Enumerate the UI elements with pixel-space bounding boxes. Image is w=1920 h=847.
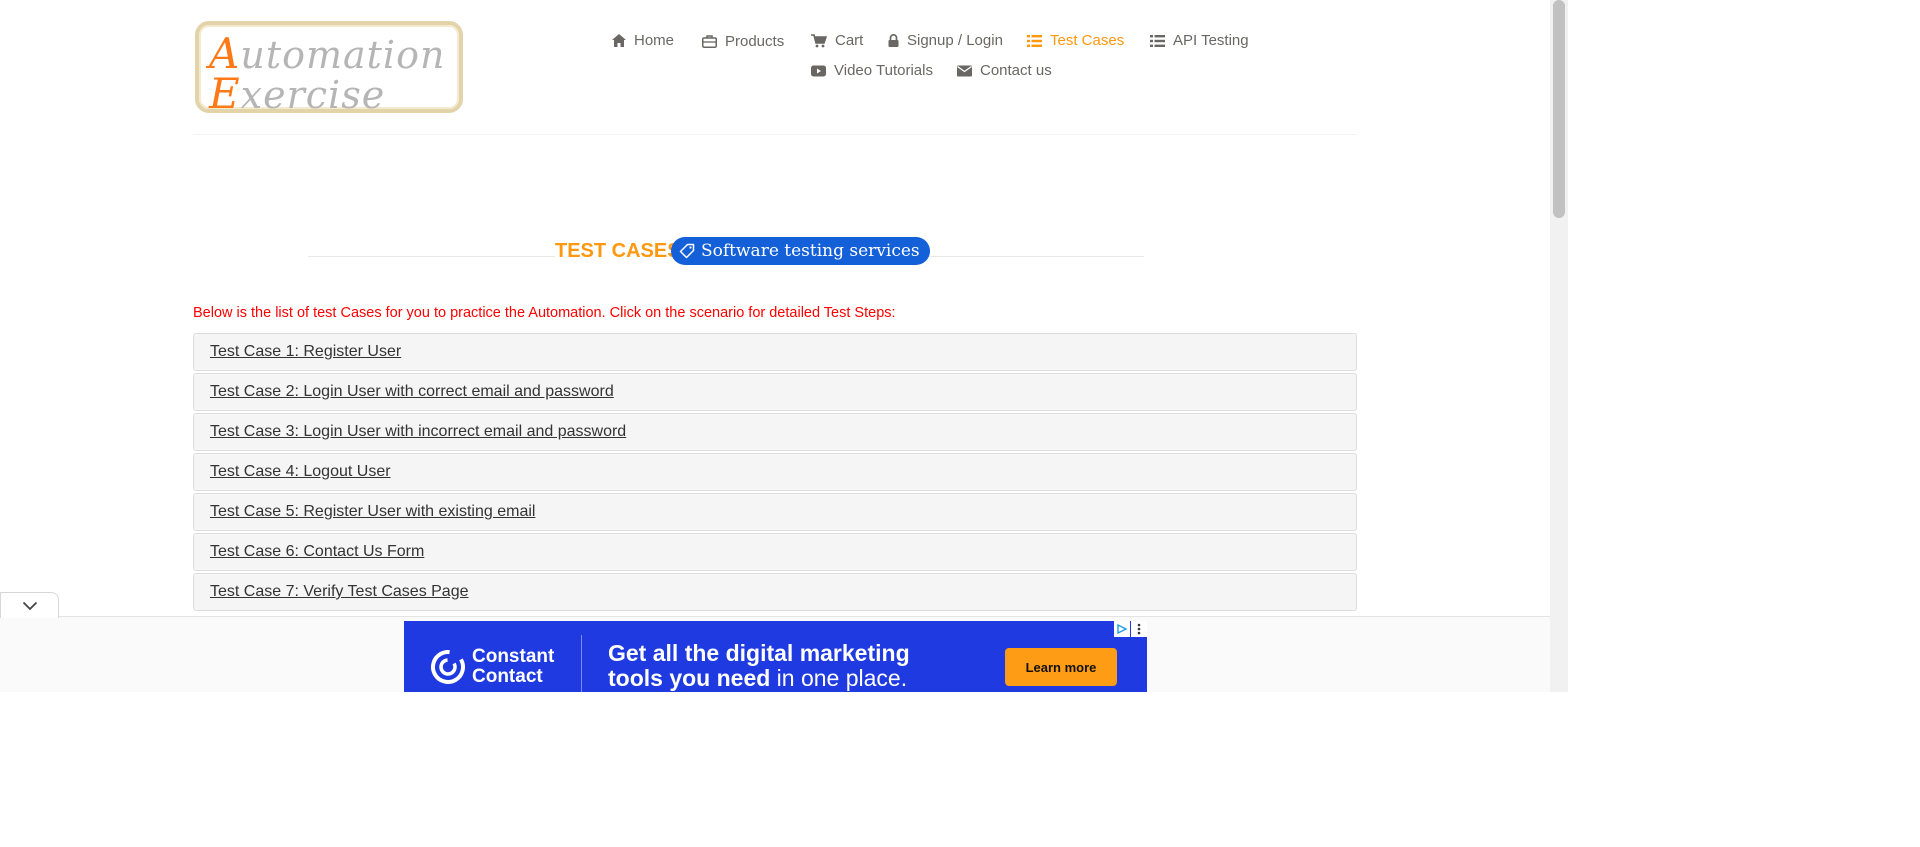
nav-api-testing-label: API Testing: [1173, 32, 1249, 49]
nav-video-tutorials-label: Video Tutorials: [834, 62, 933, 79]
ad-headline: Get all the digital marketing tools you …: [608, 641, 910, 691]
software-testing-badge[interactable]: Software testing services: [671, 237, 930, 265]
nav-cart-label: Cart: [835, 32, 864, 49]
vertical-scrollbar[interactable]: [1550, 0, 1568, 692]
list-icon: [1150, 34, 1165, 47]
test-case-link[interactable]: Test Case 3: Login User with incorrect e…: [210, 423, 626, 441]
page: Automation Exercise Home Products Cart S…: [0, 0, 1568, 692]
advertisement-banner[interactable]: Constant Contact Get all the digital mar…: [404, 621, 1147, 692]
test-case-panel: Test Case 6: Contact Us Form: [193, 533, 1357, 571]
envelope-icon: [957, 65, 972, 76]
list-icon: [1027, 34, 1042, 47]
header-divider: [193, 134, 1357, 135]
adchoices-icon[interactable]: [1114, 621, 1130, 637]
nav-cart[interactable]: Cart: [811, 32, 863, 49]
intro-text: Below is the list of test Cases for you …: [193, 305, 896, 321]
page-title: TEST CASES: [555, 240, 683, 262]
nav-signup-login[interactable]: Signup / Login: [888, 32, 1003, 49]
test-case-link[interactable]: Test Case 7: Verify Test Cases Page: [210, 583, 469, 601]
test-case-link[interactable]: Test Case 2: Login User with correct ema…: [210, 383, 614, 401]
ad-brand-line-1: Constant: [472, 646, 555, 667]
test-case-link[interactable]: Test Case 4: Logout User: [210, 463, 391, 481]
nav-video-tutorials[interactable]: Video Tutorials: [811, 62, 933, 79]
ad-brand-line-2: Contact: [472, 666, 543, 687]
test-case-panel: Test Case 3: Login User with incorrect e…: [193, 413, 1357, 451]
badge-label: Software testing services: [701, 241, 920, 261]
nav-contact-us[interactable]: Contact us: [957, 62, 1052, 79]
ad-divider: [581, 635, 582, 692]
constant-contact-logo-icon: [431, 650, 465, 684]
lock-icon: [888, 34, 899, 47]
test-case-panel: Test Case 4: Logout User: [193, 453, 1357, 491]
test-case-panel: Test Case 1: Register User: [193, 333, 1357, 371]
nav-test-cases[interactable]: Test Cases: [1027, 32, 1124, 49]
nav-products[interactable]: Products: [702, 33, 784, 50]
nav-contact-us-label: Contact us: [980, 62, 1052, 79]
test-case-list: Test Case 1: Register User Test Case 2: …: [193, 333, 1357, 613]
ad-headline-line-2: tools you need in one place.: [608, 665, 908, 691]
youtube-icon: [811, 65, 826, 76]
nav-home-label: Home: [634, 32, 675, 49]
nav-test-cases-label: Test Cases: [1050, 32, 1125, 49]
test-case-panel: Test Case 2: Login User with correct ema…: [193, 373, 1357, 411]
cart-icon: [811, 33, 827, 47]
nav-products-label: Products: [725, 33, 785, 50]
site-logo[interactable]: Automation Exercise: [195, 21, 463, 118]
tag-icon: [679, 243, 695, 259]
logo-line-1: Automation: [209, 29, 446, 78]
test-case-link[interactable]: Test Case 5: Register User with existing…: [210, 503, 535, 521]
test-case-link[interactable]: Test Case 6: Contact Us Form: [210, 543, 424, 561]
logo-line-2: Exercise: [209, 69, 386, 118]
more-vertical-icon[interactable]: [1131, 621, 1147, 637]
test-case-link[interactable]: Test Case 1: Register User: [210, 343, 401, 361]
briefcase-icon: [702, 35, 717, 48]
nav-signup-login-label: Signup / Login: [907, 32, 1003, 49]
ad-brand-text: Constant Contact: [472, 647, 554, 687]
test-case-panel: Test Case 7: Verify Test Cases Page: [193, 573, 1357, 611]
ad-collapse-button[interactable]: [0, 592, 59, 618]
ad-choices[interactable]: [1114, 621, 1147, 637]
chevron-down-icon: [22, 601, 37, 610]
nav-home[interactable]: Home: [612, 32, 674, 49]
nav-api-testing[interactable]: API Testing: [1150, 32, 1249, 49]
ad-brand: Constant Contact: [430, 647, 554, 687]
ad-headline-line-1: Get all the digital marketing: [608, 640, 910, 666]
ad-learn-more-button[interactable]: Learn more: [1005, 648, 1117, 686]
home-icon: [612, 34, 626, 47]
test-case-panel: Test Case 5: Register User with existing…: [193, 493, 1357, 531]
scrollbar-thumb[interactable]: [1553, 0, 1565, 218]
